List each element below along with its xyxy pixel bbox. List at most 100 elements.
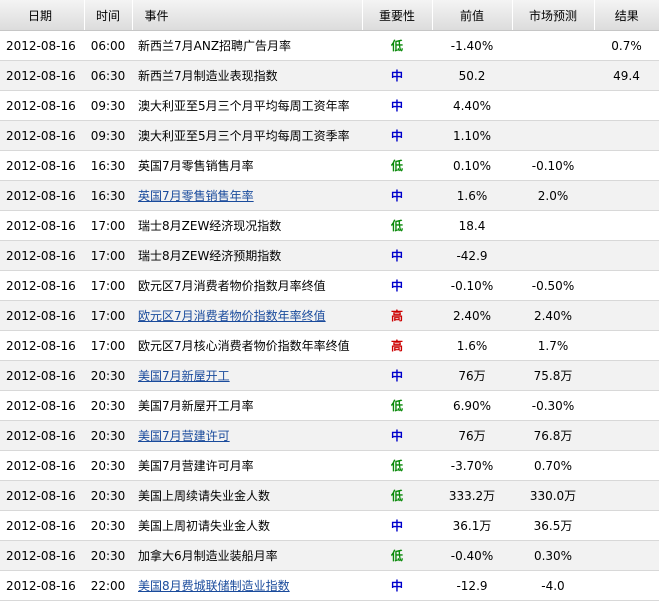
cell-event: 美国7月新屋开工月率 bbox=[132, 390, 362, 421]
table-row: 2012-08-16 06:00 新西兰7月ANZ招聘广告月率低 -1.40% 0.7% bbox=[0, 30, 659, 61]
cell-previous: 1.6% bbox=[432, 180, 512, 211]
event-link[interactable]: 美国8月费城联储制造业指数 bbox=[138, 579, 290, 593]
cell-importance: 低 bbox=[362, 210, 432, 241]
cell-time: 20:30 bbox=[84, 420, 132, 451]
cell-previous: 0.10% bbox=[432, 150, 512, 181]
table-row: 2012-08-16 17:00 瑞士8月ZEW经济现况指数低 18.4 bbox=[0, 210, 659, 241]
cell-previous: -1.40% bbox=[432, 30, 512, 61]
cell-previous: -0.40% bbox=[432, 540, 512, 571]
cell-result bbox=[594, 180, 659, 211]
table-body: 2012-08-16 06:00 新西兰7月ANZ招聘广告月率低 -1.40% 0.7%… bbox=[0, 30, 659, 601]
table-row: 2012-08-16 20:30 美国7月营建许可 中 76万 76.8万 bbox=[0, 420, 659, 451]
cell-time: 16:30 bbox=[84, 180, 132, 211]
cell-previous: 36.1万 bbox=[432, 510, 512, 541]
table-row: 2012-08-16 20:30 加拿大6月制造业装船月率低 -0.40% 0.30% bbox=[0, 540, 659, 571]
cell-time: 16:30 bbox=[84, 150, 132, 181]
event-link[interactable]: 英国7月零售销售年率 bbox=[138, 189, 254, 203]
cell-time: 17:00 bbox=[84, 270, 132, 301]
cell-result bbox=[594, 330, 659, 361]
cell-time: 17:00 bbox=[84, 210, 132, 241]
cell-importance: 低 bbox=[362, 390, 432, 421]
cell-result bbox=[594, 270, 659, 301]
cell-time: 20:30 bbox=[84, 360, 132, 391]
cell-forecast: 75.8万 bbox=[512, 360, 594, 391]
event-link[interactable]: 美国7月新屋开工 bbox=[138, 369, 230, 383]
cell-date: 2012-08-16 bbox=[0, 420, 84, 451]
cell-date: 2012-08-16 bbox=[0, 270, 84, 301]
cell-result bbox=[594, 210, 659, 241]
column-header-previous: 前值 bbox=[432, 0, 513, 31]
column-header-event: 事件 bbox=[132, 0, 363, 31]
cell-result bbox=[594, 90, 659, 121]
cell-previous: 76万 bbox=[432, 360, 512, 391]
cell-date: 2012-08-16 bbox=[0, 510, 84, 541]
table-row: 2012-08-16 17:00 瑞士8月ZEW经济预期指数中 -42.9 bbox=[0, 240, 659, 271]
header-row: 日期 时间 事件 重要性 前值 市场预测 结果 bbox=[0, 0, 659, 31]
table-row: 2012-08-16 06:30 新西兰7月制造业表现指数中 50.2 49.4 bbox=[0, 60, 659, 91]
cell-forecast bbox=[512, 90, 594, 121]
cell-date: 2012-08-16 bbox=[0, 30, 84, 61]
cell-forecast bbox=[512, 120, 594, 151]
cell-time: 09:30 bbox=[84, 90, 132, 121]
cell-previous: -3.70% bbox=[432, 450, 512, 481]
cell-date: 2012-08-16 bbox=[0, 60, 84, 91]
cell-event: 新西兰7月ANZ招聘广告月率 bbox=[132, 30, 362, 61]
cell-time: 20:30 bbox=[84, 540, 132, 571]
cell-forecast: 0.70% bbox=[512, 450, 594, 481]
cell-forecast: 330.0万 bbox=[512, 480, 594, 511]
column-header-importance: 重要性 bbox=[362, 0, 433, 31]
cell-forecast: -0.50% bbox=[512, 270, 594, 301]
cell-importance: 高 bbox=[362, 330, 432, 361]
cell-event: 欧元区7月消费者物价指数年率终值 bbox=[132, 300, 362, 331]
cell-event: 加拿大6月制造业装船月率 bbox=[132, 540, 362, 571]
cell-previous: 76万 bbox=[432, 420, 512, 451]
cell-previous: 333.2万 bbox=[432, 480, 512, 511]
cell-date: 2012-08-16 bbox=[0, 450, 84, 481]
cell-importance: 高 bbox=[362, 300, 432, 331]
cell-previous: 50.2 bbox=[432, 60, 512, 91]
table-row: 2012-08-16 20:30 美国上周续请失业金人数低 333.2万 330.0万 bbox=[0, 480, 659, 511]
cell-date: 2012-08-16 bbox=[0, 570, 84, 601]
cell-previous: 4.40% bbox=[432, 90, 512, 121]
table-row: 2012-08-16 17:00 欧元区7月消费者物价指数月率终值中 -0.10% -0… bbox=[0, 270, 659, 301]
cell-previous: 1.6% bbox=[432, 330, 512, 361]
column-header-result: 结果 bbox=[594, 0, 659, 31]
cell-time: 06:30 bbox=[84, 60, 132, 91]
cell-previous: -42.9 bbox=[432, 240, 512, 271]
cell-date: 2012-08-16 bbox=[0, 390, 84, 421]
cell-event: 美国7月新屋开工 bbox=[132, 360, 362, 391]
cell-result: 0.7% bbox=[594, 30, 659, 61]
table-row: 2012-08-16 20:30 美国7月新屋开工 中 76万 75.8万 bbox=[0, 360, 659, 391]
cell-time: 17:00 bbox=[84, 240, 132, 271]
cell-time: 20:30 bbox=[84, 510, 132, 541]
cell-forecast bbox=[512, 60, 594, 91]
cell-time: 17:00 bbox=[84, 300, 132, 331]
table-row: 2012-08-16 17:00 欧元区7月核心消费者物价指数年率终值高 1.6% 1.… bbox=[0, 330, 659, 361]
table-row: 2012-08-16 16:30 英国7月零售销售月率低 0.10% -0.10% bbox=[0, 150, 659, 181]
cell-time: 20:30 bbox=[84, 390, 132, 421]
table-row: 2012-08-16 09:30 澳大利亚至5月三个月平均每周工资年率中 4.40% bbox=[0, 90, 659, 121]
event-link[interactable]: 美国7月营建许可 bbox=[138, 429, 230, 443]
cell-importance: 低 bbox=[362, 450, 432, 481]
cell-result bbox=[594, 480, 659, 511]
cell-importance: 中 bbox=[362, 240, 432, 271]
economic-calendar-table: 日期 时间 事件 重要性 前值 市场预测 结果 2012-08-16 06:00 新… bbox=[0, 0, 659, 601]
cell-importance: 中 bbox=[362, 60, 432, 91]
cell-result bbox=[594, 300, 659, 331]
cell-previous: 18.4 bbox=[432, 210, 512, 241]
cell-previous: 1.10% bbox=[432, 120, 512, 151]
cell-forecast: 2.0% bbox=[512, 180, 594, 211]
column-header-forecast: 市场预测 bbox=[512, 0, 595, 31]
cell-previous: 6.90% bbox=[432, 390, 512, 421]
table-row: 2012-08-16 20:30 美国7月营建许可月率低 -3.70% 0.70% bbox=[0, 450, 659, 481]
cell-event: 美国上周续请失业金人数 bbox=[132, 480, 362, 511]
cell-event: 新西兰7月制造业表现指数 bbox=[132, 60, 362, 91]
cell-event: 瑞士8月ZEW经济现况指数 bbox=[132, 210, 362, 241]
cell-event: 澳大利亚至5月三个月平均每周工资年率 bbox=[132, 90, 362, 121]
cell-forecast: 36.5万 bbox=[512, 510, 594, 541]
cell-result bbox=[594, 420, 659, 451]
cell-result bbox=[594, 240, 659, 271]
cell-result bbox=[594, 390, 659, 421]
event-link[interactable]: 欧元区7月消费者物价指数年率终值 bbox=[138, 309, 326, 323]
cell-result bbox=[594, 510, 659, 541]
